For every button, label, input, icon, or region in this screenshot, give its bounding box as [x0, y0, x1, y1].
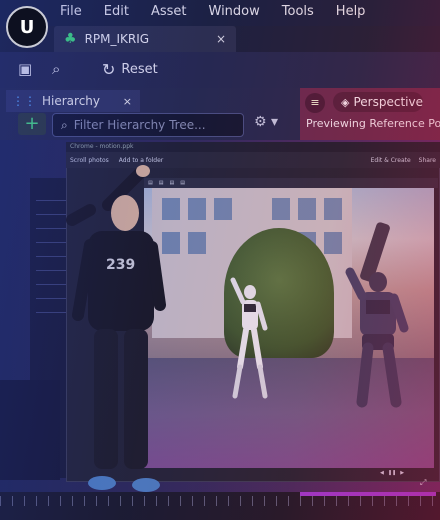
- menu-tools[interactable]: Tools: [282, 4, 314, 19]
- close-icon[interactable]: ×: [216, 32, 226, 46]
- asset-tab-title: RPM_IKRIG: [84, 32, 150, 46]
- viewport-toolbar: ▤ ▤ ▤ ▤: [144, 178, 438, 188]
- viewport-option-icon[interactable]: ▤: [169, 180, 174, 186]
- play-forward-icon[interactable]: ▶: [400, 470, 404, 478]
- photos-title-text: Chrome - motion.ppk: [70, 143, 134, 150]
- armored-soldier-character: [345, 222, 409, 408]
- building-window: [214, 198, 232, 220]
- perspective-label: Perspective: [353, 95, 423, 109]
- svg-text:239: 239: [106, 257, 135, 273]
- perspective-button[interactable]: ◈ Perspective: [333, 92, 423, 112]
- reset-icon: ↻: [102, 60, 116, 79]
- reset-label: Reset: [121, 62, 158, 77]
- building-window: [324, 198, 342, 220]
- building-window: [188, 198, 206, 220]
- building-window: [188, 232, 206, 254]
- pause-icon[interactable]: ❚❚: [388, 470, 396, 478]
- photos-window-title: Chrome - motion.ppk: [66, 142, 440, 152]
- building-window: [298, 198, 316, 220]
- hamburger-menu-icon[interactable]: ≡: [305, 93, 325, 113]
- menu-asset[interactable]: Asset: [151, 4, 187, 19]
- webcam-person-overlay: 239: [66, 165, 166, 492]
- hierarchy-search-input[interactable]: ⌕ Filter Hierarchy Tree...: [52, 113, 244, 137]
- menu-file[interactable]: File: [60, 4, 82, 19]
- share-button[interactable]: Share: [419, 157, 436, 164]
- tab-hierarchy[interactable]: ⋮⋮ Hierarchy ×: [6, 90, 140, 112]
- add-to-folder-button[interactable]: Add to a folder: [119, 157, 163, 164]
- search-icon: ⌕: [61, 117, 68, 132]
- hierarchy-icon: ⋮⋮: [12, 94, 36, 108]
- menu-items: File Edit Asset Window Tools Help: [60, 4, 387, 19]
- timeline-playhead-bar[interactable]: [300, 492, 436, 496]
- menu-window[interactable]: Window: [209, 4, 260, 19]
- menu-help[interactable]: Help: [336, 4, 366, 19]
- unreal-logo-icon[interactable]: U: [6, 6, 48, 48]
- viewport-option-icon[interactable]: ▤: [180, 180, 185, 186]
- hierarchy-tab-label: Hierarchy: [42, 94, 101, 108]
- play-back-icon[interactable]: ◀: [380, 470, 384, 478]
- mannequin-character: [230, 277, 268, 399]
- building-window: [272, 198, 290, 220]
- close-icon[interactable]: ×: [123, 95, 132, 108]
- scroll-photos-button[interactable]: Scroll photos: [70, 157, 109, 164]
- edit-create-button[interactable]: Edit & Create: [371, 157, 411, 164]
- fullscreen-icon[interactable]: ⤢: [420, 478, 426, 488]
- reset-button[interactable]: ↻ Reset: [102, 60, 158, 79]
- gear-icon[interactable]: ⚙ ▾: [254, 114, 278, 130]
- search-placeholder: Filter Hierarchy Tree...: [73, 118, 206, 132]
- photos-right-actions: Edit & Create Share: [371, 157, 436, 164]
- tab-rpm-ikrig[interactable]: ♣ RPM_IKRIG ×: [54, 26, 236, 52]
- menu-edit[interactable]: Edit: [104, 4, 129, 19]
- browse-icon[interactable]: ⌕: [52, 60, 70, 78]
- timeline-ticks: [0, 496, 440, 506]
- cube-icon: ◈: [341, 95, 350, 109]
- save-icon[interactable]: ▣: [18, 60, 36, 78]
- preview-status-text: Previewing Reference Pose: [306, 117, 440, 130]
- playback-controls: ◀ ❚❚ ▶: [380, 470, 436, 478]
- menu-bar: File Edit Asset Window Tools Help: [0, 0, 440, 26]
- puppet-icon: ♣: [64, 31, 77, 47]
- add-button[interactable]: +: [18, 113, 46, 135]
